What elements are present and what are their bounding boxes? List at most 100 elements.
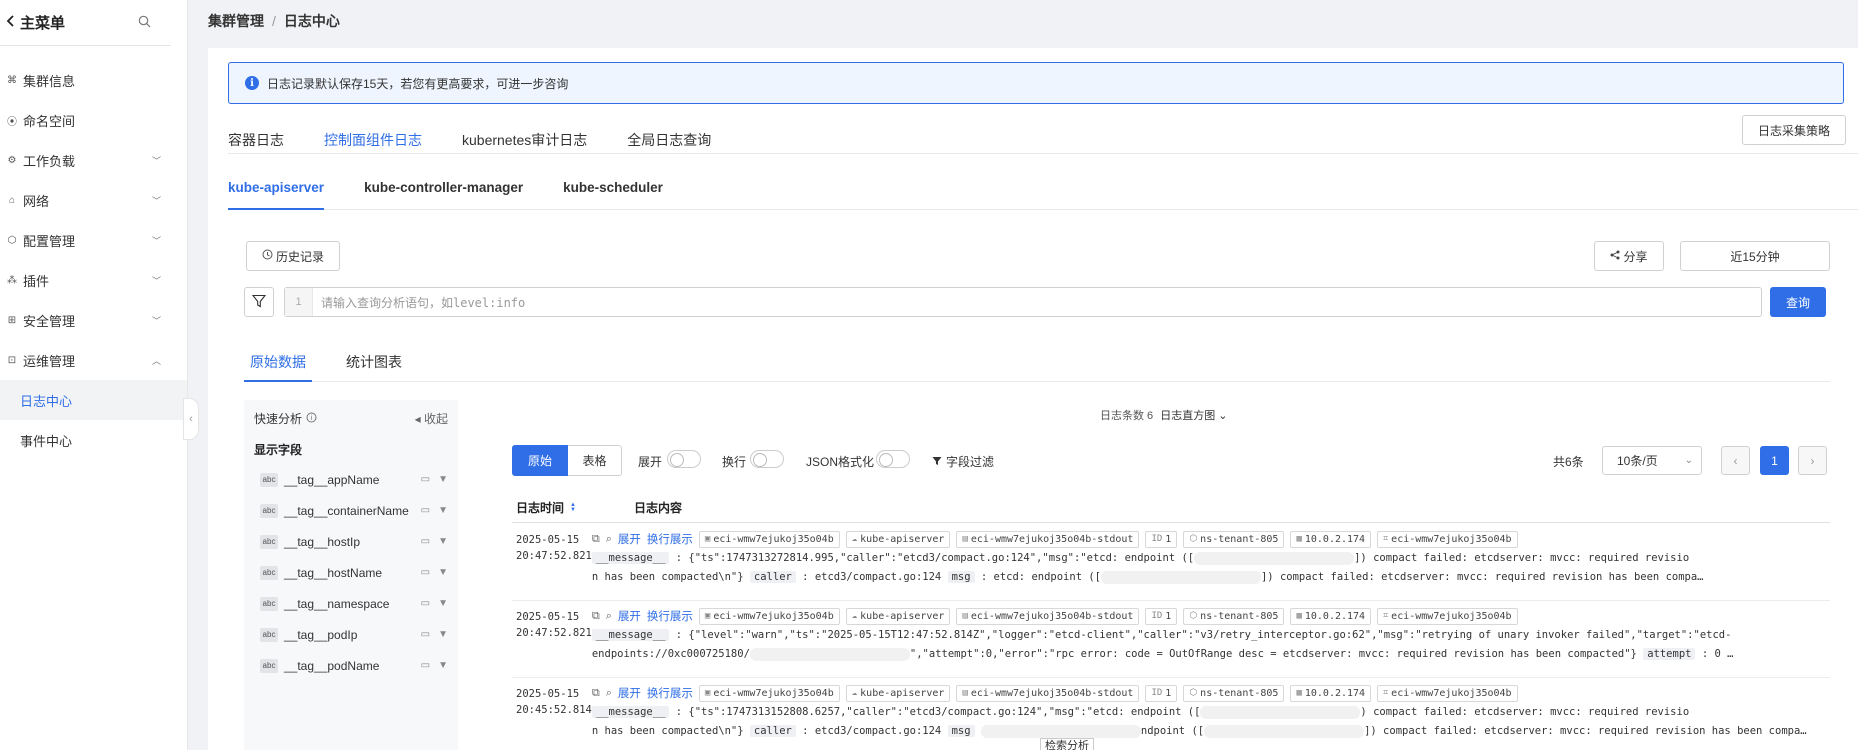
chart-icon[interactable]: ▭ (421, 660, 430, 671)
sort-icon[interactable]: ▲ ▼ (570, 502, 576, 513)
histogram-toggle[interactable]: 日志直方图 ⌄ (1160, 410, 1227, 422)
tag-chip[interactable]: ▣ eci-wmw7ejukoj35o04b (698, 607, 840, 625)
field-item[interactable]: abc __tag__podName ▭ ▼ (244, 650, 458, 681)
tag-chip[interactable]: ⬡ ns-tenant-805 (1183, 530, 1285, 548)
tag-chip[interactable]: ▦ 10.0.2.174 (1290, 607, 1372, 625)
tag-chip[interactable]: ID 1 (1145, 530, 1178, 548)
tag-chip[interactable]: ⌗ eci-wmw7ejukoj35o04b (1377, 530, 1518, 548)
sidebar-item-6[interactable]: ⊞ 安全管理 ﹀ (0, 300, 187, 340)
component-tab-1[interactable]: kube-controller-manager (364, 180, 523, 210)
sidebar-item-0[interactable]: ⌘ 集群信息 (0, 60, 187, 100)
caret-down-icon[interactable]: ▼ (438, 505, 448, 516)
back-to-main-menu[interactable]: 主菜单 (6, 12, 65, 33)
tag-chip[interactable]: ▣ eci-wmw7ejukoj35o04b (698, 684, 840, 702)
tag-chip[interactable]: ☁ kube-apiserver (845, 530, 951, 548)
search-icon[interactable]: ⌕ (606, 610, 612, 623)
sidebar-item-3[interactable]: ⌂ 网络 ﹀ (0, 180, 187, 220)
caret-down-icon[interactable]: ▼ (438, 598, 448, 609)
field-key: caller (749, 725, 796, 737)
tag-chip[interactable]: ▣ eci-wmw7ejukoj35o04b (698, 530, 840, 548)
field-item[interactable]: abc __tag__namespace ▭ ▼ (244, 588, 458, 619)
sidebar-item-4[interactable]: ⬡ 配置管理 ﹀ (0, 220, 187, 260)
field-item[interactable]: abc __tag__podIp ▭ ▼ (244, 619, 458, 650)
expand-link[interactable]: 展开 (618, 531, 641, 547)
tag-chip[interactable]: ID 1 (1145, 684, 1178, 702)
tag-chip[interactable]: ▤ eci-wmw7ejukoj35o04b-stdout (956, 607, 1140, 625)
log-type-tab-1[interactable]: 控制面组件日志 (324, 116, 422, 154)
log-type-tab-3[interactable]: 全局日志查询 (627, 116, 711, 154)
caret-down-icon[interactable]: ▼ (438, 474, 448, 485)
sidebar-subitem-1[interactable]: 事件中心 (0, 420, 187, 460)
tag-chip[interactable]: ▤ eci-wmw7ejukoj35o04b-stdout (956, 530, 1140, 548)
history-button[interactable]: 历史记录 (246, 241, 340, 271)
tag-chip[interactable]: ▤ eci-wmw7ejukoj35o04b-stdout (956, 684, 1140, 702)
sidebar-item-7[interactable]: ⊡ 运维管理 ︿ (0, 340, 187, 380)
tag-chip[interactable]: ⌗ eci-wmw7ejukoj35o04b (1377, 607, 1518, 625)
tag-chip[interactable]: ☁ kube-apiserver (845, 607, 951, 625)
wrap-switch[interactable] (750, 450, 784, 468)
query-button[interactable]: 查询 (1770, 287, 1826, 317)
wrap-show-link[interactable]: 换行展示 (647, 608, 693, 624)
breadcrumb-parent[interactable]: 集群管理 (208, 13, 264, 29)
field-item[interactable]: abc __tag__containerName ▭ ▼ (244, 495, 458, 526)
expand-link[interactable]: 展开 (618, 608, 641, 624)
component-tab-2[interactable]: kube-scheduler (563, 180, 663, 210)
time-column-header[interactable]: 日志时间 ▲ ▼ (512, 499, 632, 516)
json-format-switch[interactable] (876, 450, 910, 468)
chart-icon[interactable]: ▭ (421, 474, 430, 485)
tag-chip[interactable]: ID 1 (1145, 607, 1178, 625)
sidebar-item-1[interactable]: ⦿ 命名空间 (0, 100, 187, 140)
log-collection-policy-button[interactable]: 日志采集策略 (1742, 115, 1846, 145)
chart-icon[interactable]: ▭ (421, 536, 430, 547)
share-button[interactable]: 分享 (1594, 241, 1664, 271)
filter-button[interactable] (244, 287, 274, 317)
field-item[interactable]: abc __tag__hostName ▭ ▼ (244, 557, 458, 588)
expand-switch[interactable] (667, 450, 701, 468)
tag-chip[interactable]: ⬡ ns-tenant-805 (1183, 607, 1285, 625)
time-range-picker[interactable]: 近15分钟 (1680, 241, 1830, 271)
search-icon[interactable] (138, 15, 151, 31)
log-type-tab-0[interactable]: 容器日志 (228, 116, 284, 154)
caret-down-icon[interactable]: ▼ (438, 567, 448, 578)
tag-chip[interactable]: ▦ 10.0.2.174 (1290, 684, 1372, 702)
sidebar-subitem-0[interactable]: 日志中心 (0, 380, 187, 420)
copy-icon[interactable]: ⧉ (592, 610, 600, 623)
sidebar-collapse-handle[interactable]: ‹ (183, 398, 199, 440)
tag-chip[interactable]: ⌗ eci-wmw7ejukoj35o04b (1377, 684, 1518, 702)
copy-icon[interactable]: ⧉ (592, 687, 600, 700)
wrap-show-link[interactable]: 换行展示 (647, 531, 693, 547)
page-size-select[interactable]: 10条/页 ⌄ (1602, 446, 1702, 475)
view-tab-1[interactable]: 统计图表 (340, 352, 408, 382)
field-filter-button[interactable]: 字段过滤 (932, 453, 994, 470)
chart-icon[interactable]: ▭ (421, 629, 430, 640)
field-item[interactable]: abc __tag__appName ▭ ▼ (244, 464, 458, 495)
search-icon[interactable]: ⌕ (606, 533, 612, 546)
wrap-show-link[interactable]: 换行展示 (647, 685, 693, 701)
query-input[interactable]: 1 请输入查询分析语句，如level:info (284, 287, 1762, 317)
tag-chip[interactable]: ▦ 10.0.2.174 (1290, 530, 1372, 548)
field-item[interactable]: abc __tag__hostIp ▭ ▼ (244, 526, 458, 557)
raw-mode-button[interactable]: 原始 (512, 445, 568, 476)
caret-down-icon[interactable]: ▼ (438, 660, 448, 671)
sidebar-item-2[interactable]: ⚙ 工作负载 ﹀ (0, 140, 187, 180)
chart-icon[interactable]: ▭ (421, 505, 430, 516)
collapse-button[interactable]: ◂ 收起 (415, 410, 448, 427)
next-page-button[interactable]: › (1798, 446, 1827, 475)
caret-down-icon[interactable]: ▼ (438, 536, 448, 547)
chart-icon[interactable]: ▭ (421, 598, 430, 609)
table-mode-button[interactable]: 表格 (568, 445, 622, 476)
caret-down-icon[interactable]: ▼ (438, 629, 448, 640)
chart-icon[interactable]: ▭ (421, 567, 430, 578)
tag-chip[interactable]: ☁ kube-apiserver (845, 684, 951, 702)
log-type-tab-2[interactable]: kubernetes审计日志 (462, 116, 587, 154)
copy-icon[interactable]: ⧉ (592, 533, 600, 546)
help-icon[interactable]: i (306, 412, 317, 426)
component-tab-0[interactable]: kube-apiserver (228, 180, 325, 210)
prev-page-button[interactable]: ‹ (1721, 446, 1750, 475)
sidebar-item-5[interactable]: ⁂ 插件 ﹀ (0, 260, 187, 300)
expand-link[interactable]: 展开 (618, 685, 641, 701)
search-icon[interactable]: ⌕ (606, 687, 612, 700)
tag-chip[interactable]: ⬡ ns-tenant-805 (1183, 684, 1285, 702)
page-1-button[interactable]: 1 (1760, 446, 1789, 475)
view-tab-0[interactable]: 原始数据 (244, 352, 312, 382)
